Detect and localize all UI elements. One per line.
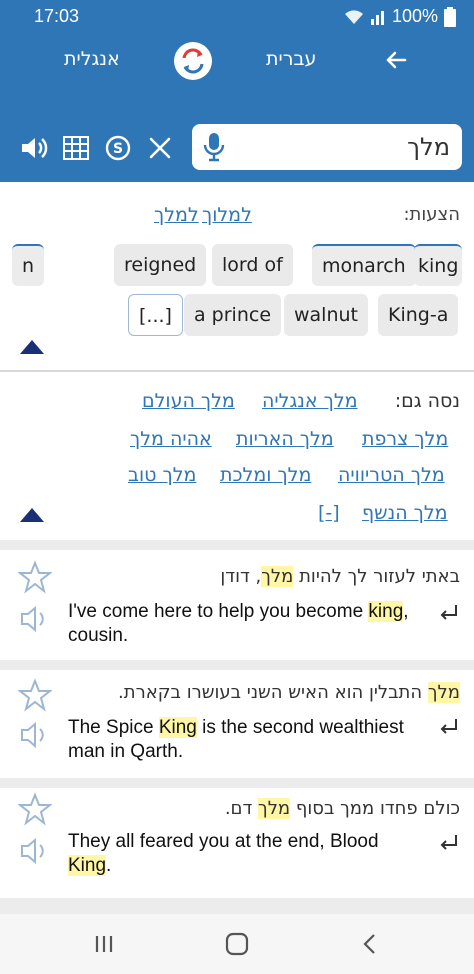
speaker-icon[interactable]: [18, 602, 52, 636]
swap-icon: [182, 48, 204, 74]
collapse-see-also-button[interactable]: [-]: [318, 502, 340, 524]
see-also-link[interactable]: מלך טוב: [128, 464, 196, 486]
highlight: מלך: [258, 798, 291, 819]
highlight: king: [368, 601, 404, 622]
back-button[interactable]: [382, 46, 410, 74]
arrow-left-icon: [386, 51, 407, 69]
status-time: 17:03: [34, 6, 80, 26]
see-also-link[interactable]: מלך העולם: [142, 390, 235, 412]
translation-chip[interactable]: reigned: [114, 244, 207, 286]
table-icon: [63, 136, 89, 160]
suggestions-title: הצעות:: [403, 204, 460, 225]
separator: [0, 660, 474, 670]
battery-level: 100%: [391, 6, 438, 26]
source-language-button[interactable]: אנגלית: [64, 48, 120, 70]
clear-button[interactable]: [144, 132, 176, 164]
highlight: King: [158, 717, 197, 738]
status-indicators: 100%: [344, 6, 456, 27]
translation-chip[interactable]: king: [414, 244, 463, 286]
speaker-icon[interactable]: [18, 718, 52, 752]
search-input[interactable]: [236, 126, 450, 168]
navigation-bar: [0, 914, 474, 974]
example-card: באתי לעזור לך להיות מלך, דודן I've come …: [0, 550, 474, 660]
highlight: King: [68, 855, 107, 876]
see-also-link[interactable]: מלך האריות: [236, 428, 334, 450]
app-header: אנגלית עברית S: [0, 32, 474, 182]
status-bar: 17:03 100%: [0, 0, 474, 32]
microphone-icon: [203, 133, 225, 162]
translation-chip[interactable]: monarch: [312, 244, 416, 286]
recent-apps-icon: [95, 936, 113, 952]
enter-icon: [440, 835, 457, 850]
highlight: מלך: [427, 682, 460, 703]
hebrew-sentence: באתי לעזור לך להיות מלך, דודן: [220, 566, 460, 587]
see-also-link[interactable]: מלך הטריוויה: [338, 464, 445, 486]
collapse-icon[interactable]: [20, 340, 44, 354]
suggestion-link[interactable]: למלוך: [202, 204, 252, 226]
chevron-left-icon: [363, 934, 375, 954]
see-also-label: נסה גם:: [394, 390, 460, 412]
swap-languages-button[interactable]: [174, 42, 212, 80]
translation-chip[interactable]: a prince: [184, 294, 282, 336]
suggestion-link[interactable]: למלך: [154, 204, 199, 226]
separator: [0, 540, 474, 550]
separator: [0, 898, 474, 914]
back-nav-button[interactable]: [356, 930, 384, 958]
skype-icon: S: [105, 135, 131, 161]
divider: [0, 370, 474, 372]
separator: [0, 778, 474, 788]
enter-icon: [440, 719, 457, 734]
see-also-link[interactable]: אהיה מלך: [130, 428, 212, 450]
collapse-icon[interactable]: [20, 508, 44, 522]
svg-text:S: S: [113, 141, 123, 157]
close-icon: [149, 137, 171, 159]
translation-chip[interactable]: lord of: [212, 244, 293, 286]
see-also-link[interactable]: מלך ומלכת: [220, 464, 311, 486]
speaker-icon[interactable]: [18, 834, 52, 868]
speaker-icon: [22, 138, 48, 158]
english-sentence: They all feared you at the end, Blood Ki…: [68, 831, 379, 876]
english-sentence: The Spice King is the second wealthiest …: [68, 717, 404, 762]
example-card: מלך התבלין הוא האיש השני בעושרו בקארת. T…: [0, 670, 474, 778]
see-also-link[interactable]: מלך אנגליה: [262, 390, 358, 412]
see-also-link[interactable]: מלך צרפת: [362, 428, 448, 450]
star-icon[interactable]: [18, 792, 52, 826]
english-sentence: I've come here to help you become king, …: [68, 601, 409, 646]
home-icon: [225, 932, 249, 956]
signal-icon: [370, 9, 386, 25]
battery-icon: [444, 6, 456, 27]
hebrew-sentence: כולם פחדו ממך בסוף מלך דם.: [224, 798, 460, 819]
example-card: כולם פחדו ממך בסוף מלך דם. They all fear…: [0, 788, 474, 898]
star-icon[interactable]: [18, 678, 52, 712]
translation-chip[interactable]: n: [12, 244, 45, 286]
star-icon[interactable]: [18, 560, 52, 594]
highlight: מלך: [261, 566, 294, 587]
home-button[interactable]: [223, 930, 251, 958]
see-also-link[interactable]: מלך הנשף: [362, 502, 448, 524]
target-language-button[interactable]: עברית: [266, 48, 316, 70]
wifi-icon: [344, 9, 364, 25]
conjugation-table-button[interactable]: [60, 132, 92, 164]
translation-chip[interactable]: King-a: [378, 294, 459, 336]
more-translations-button[interactable]: [...]: [128, 294, 183, 336]
skype-button[interactable]: S: [102, 132, 134, 164]
enter-icon: [440, 605, 457, 620]
speaker-button[interactable]: [18, 132, 50, 164]
voice-input-button[interactable]: [200, 132, 228, 162]
recent-apps-button[interactable]: [90, 930, 118, 958]
search-box: [192, 124, 462, 170]
hebrew-sentence: מלך התבלין הוא האיש השני בעושרו בקארת.: [118, 682, 460, 703]
translation-chip[interactable]: walnut: [284, 294, 368, 336]
